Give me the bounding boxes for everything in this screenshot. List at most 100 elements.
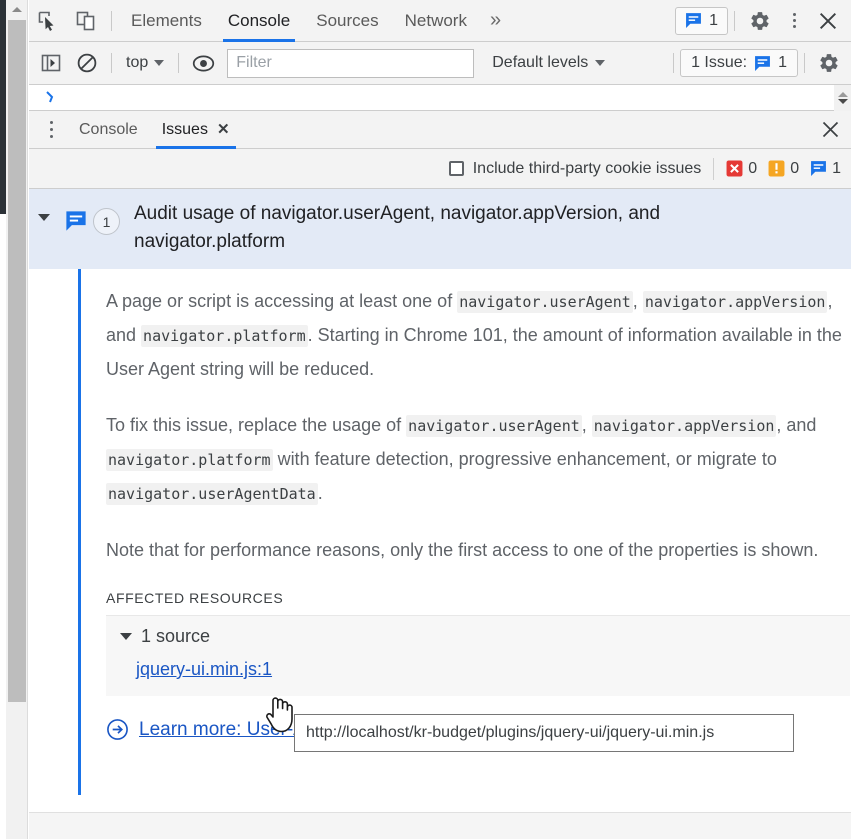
devtools-panel: Elements Console Sources Network » 1 top… (29, 0, 851, 839)
sources-toggle-label: 1 source (141, 626, 211, 646)
scrollbar-thumb[interactable] (8, 20, 26, 702)
error-icon (726, 160, 743, 177)
issues-filter-divider (713, 157, 715, 180)
show-console-sidebar-icon[interactable] (33, 45, 69, 81)
log-levels-label: Default levels (492, 54, 589, 71)
warning-count-group: 0 (768, 160, 799, 178)
console-toolbar-divider-2 (178, 53, 180, 73)
console-toolbar-right: 1 Issue: 1 (667, 45, 851, 81)
console-filter-input[interactable] (227, 48, 475, 78)
inline-code: navigator.appVersion (591, 415, 777, 437)
toolbar-divider (111, 10, 112, 31)
tab-sources-label: Sources (316, 10, 379, 30)
error-count: 0 (748, 159, 758, 177)
console-toolbar-divider (111, 53, 112, 73)
issues-badge-button[interactable]: 1 (675, 6, 728, 35)
issues-counter-button[interactable]: 1 Issue: 1 (680, 49, 798, 77)
include-third-party-cookie-issues-label: Include third-party cookie issues (472, 159, 702, 177)
scroll-up-arrow-icon (837, 92, 848, 97)
console-toolbar: top Default levels 1 Issue: (29, 42, 851, 85)
issues-filter-row: Include third-party cookie issues 0 0 1 (29, 149, 851, 189)
issue-counts: 0 0 1 (726, 160, 841, 178)
info-count-group: 1 (810, 160, 841, 178)
include-third-party-cookie-issues-checkbox[interactable]: Include third-party cookie issues (448, 159, 702, 178)
log-levels-selector[interactable]: Default levels (492, 54, 606, 72)
source-file-link[interactable]: jquery-ui.min.js:1 (136, 659, 272, 680)
issue-title: Audit usage of navigator.userAgent, navi… (134, 203, 661, 252)
drawer-kebab-menu-icon[interactable] (35, 114, 67, 146)
warning-count: 0 (790, 159, 800, 177)
issue-occurrence-count: 1 (93, 208, 120, 235)
inline-code: navigator.userAgent (406, 415, 582, 437)
chevron-down-icon (154, 60, 165, 66)
issue-message-icon (686, 13, 702, 28)
bottom-status-area (29, 813, 851, 839)
tab-sources[interactable]: Sources (303, 0, 391, 42)
inline-code: navigator.platform (106, 449, 273, 471)
drawer-tabbar: Console Issues ✕ (29, 111, 851, 149)
external-link-arrow-icon (107, 719, 128, 740)
gear-icon[interactable] (741, 1, 779, 41)
devtools-main-tabbar: Elements Console Sources Network » 1 (29, 0, 851, 42)
tab-network-label: Network (404, 10, 467, 30)
console-toolbar-divider-3 (673, 53, 675, 73)
close-drawer-icon[interactable] (809, 111, 851, 149)
info-message-icon (811, 161, 827, 176)
issue-body-accent-rail (78, 269, 81, 795)
checkbox-box-icon[interactable] (448, 161, 464, 176)
issue-expand-caret-icon[interactable] (29, 200, 59, 221)
issues-counter-label: 1 Issue: (691, 54, 748, 71)
console-settings-gear-icon[interactable] (811, 45, 847, 81)
execution-context-label: top (126, 54, 149, 71)
sources-caret-icon (120, 633, 132, 640)
error-count-group: 0 (726, 160, 757, 178)
main-tabbar-right-actions: 1 (675, 1, 851, 41)
tab-console[interactable]: Console (215, 0, 303, 42)
tab-network[interactable]: Network (392, 0, 480, 42)
execution-context-selector[interactable]: top (118, 54, 172, 72)
drawer-tab-issues-label: Issues (161, 120, 208, 138)
issues-badge-count: 1 (709, 11, 718, 29)
issue-message-icon-2 (755, 55, 771, 71)
tab-elements[interactable]: Elements (118, 0, 215, 42)
inspect-element-icon[interactable] (29, 1, 67, 41)
more-tabs-icon[interactable]: » (480, 0, 511, 42)
issue-type-icon (59, 200, 93, 232)
link-url-tooltip: http://localhost/kr-budget/plugins/jquer… (294, 714, 794, 752)
kebab-menu-icon[interactable] (779, 6, 809, 36)
toolbar-divider-2 (734, 10, 735, 31)
warning-icon (768, 160, 785, 177)
live-expression-icon[interactable] (185, 45, 221, 81)
drawer-tab-issues[interactable]: Issues ✕ (150, 111, 242, 149)
drawer-tab-console[interactable]: Console (67, 111, 150, 149)
inline-code: navigator.userAgent (457, 291, 633, 313)
issue-body: A page or script is accessing at least o… (29, 269, 851, 795)
tab-elements-label: Elements (131, 10, 202, 30)
console-prompt-caret-icon (46, 91, 54, 103)
affected-resources-heading: AFFECTED RESOURCES (106, 590, 284, 606)
issue-paragraph-3: Note that for performance reasons, only … (106, 540, 819, 560)
console-strip-scroll-arrows[interactable] (834, 85, 851, 111)
close-devtools-icon[interactable] (809, 1, 847, 41)
drawer-tab-issues-close-icon[interactable]: ✕ (217, 122, 230, 137)
inline-code: navigator.userAgentData (106, 483, 318, 505)
console-output-strip (29, 85, 851, 111)
issue-paragraph-2: To fix this issue, replace the usage of … (106, 415, 817, 505)
drawer-tab-console-label: Console (79, 120, 138, 138)
issue-header-row[interactable]: 1 Audit usage of navigator.userAgent, na… (29, 189, 851, 269)
issue-paragraph-1: A page or script is accessing at least o… (106, 291, 842, 379)
tab-console-label: Console (227, 10, 291, 30)
console-toolbar-divider-4 (804, 53, 805, 73)
issues-counter-count: 1 (778, 54, 787, 71)
affected-resources-box: 1 source jquery-ui.min.js:1 (106, 615, 850, 696)
issue-body-content: A page or script is accessing at least o… (29, 285, 851, 741)
sources-expand-toggle[interactable]: 1 source (120, 626, 850, 647)
devtools-window: Elements Console Sources Network » 1 top… (0, 0, 851, 839)
clear-console-icon[interactable] (69, 45, 105, 81)
info-count: 1 (832, 159, 841, 177)
chevron-down-icon-2 (595, 60, 606, 66)
device-toolbar-icon[interactable] (67, 1, 105, 41)
scrollbar-up-arrow[interactable] (6, 0, 28, 18)
page-vertical-scrollbar[interactable] (6, 0, 28, 839)
scroll-down-arrow-icon (837, 99, 848, 104)
